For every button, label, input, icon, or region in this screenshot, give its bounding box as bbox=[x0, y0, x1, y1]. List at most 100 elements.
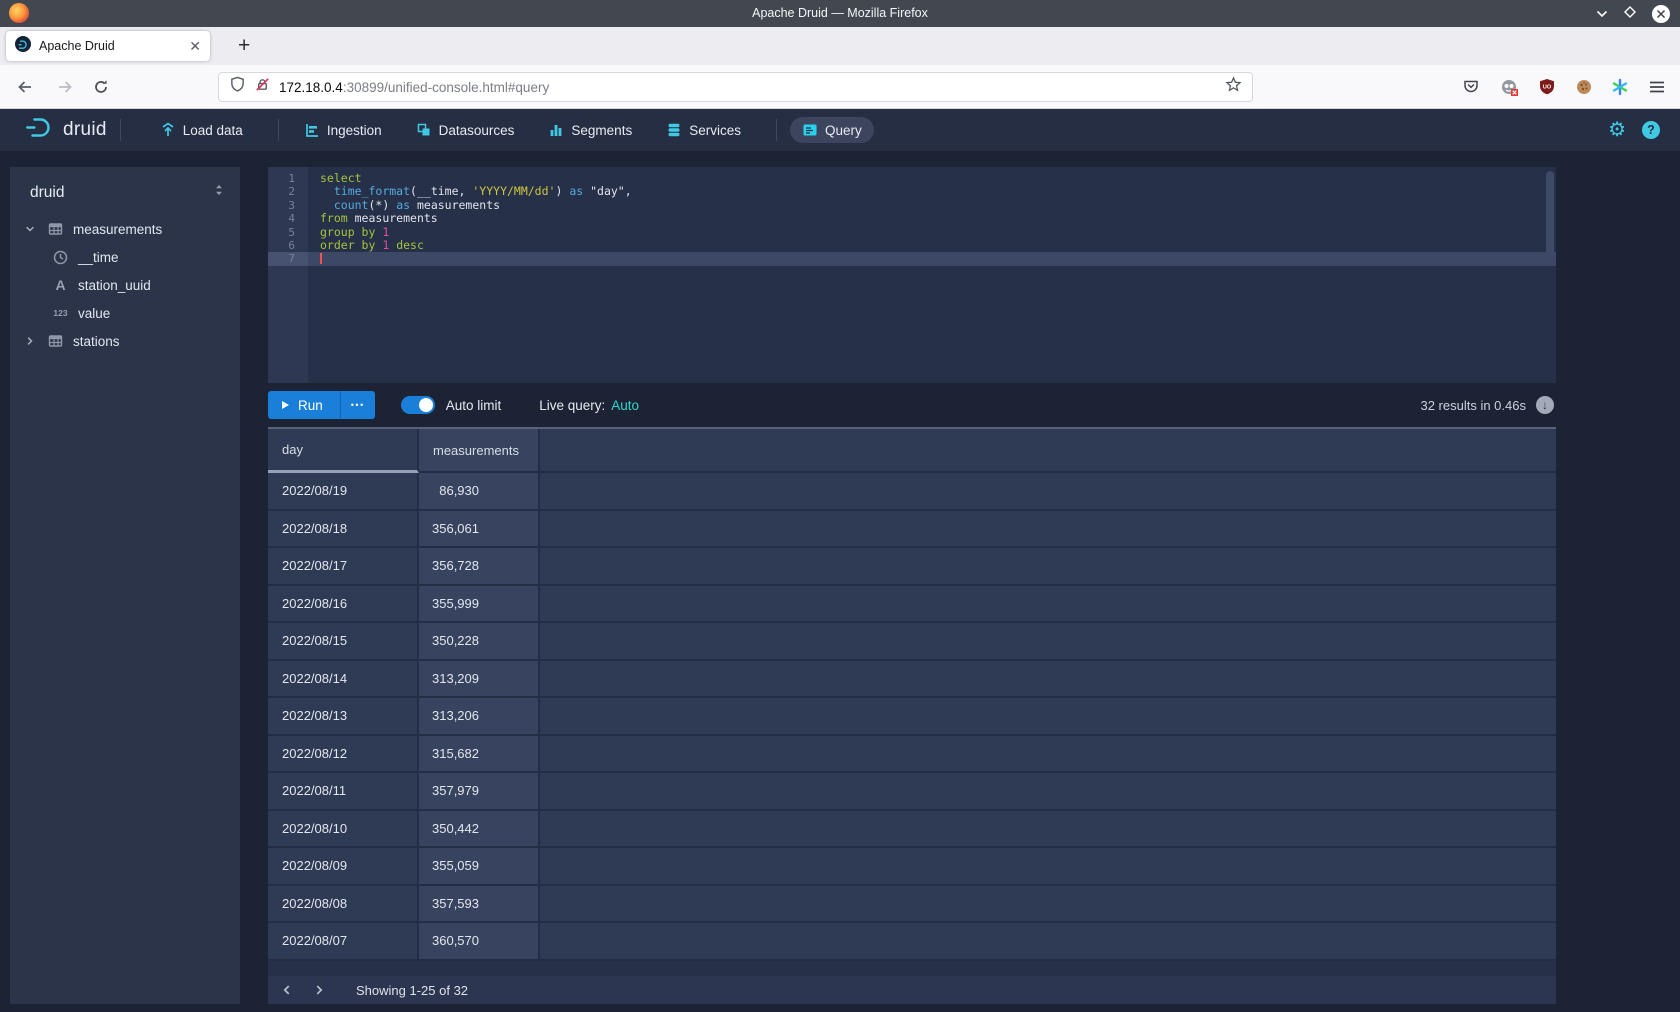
cell-measurements[interactable]: 356,728 bbox=[419, 548, 540, 586]
window-title: Apache Druid — Mozilla Firefox bbox=[0, 0, 1680, 27]
window-minimize-icon[interactable] bbox=[1596, 5, 1608, 23]
settings-gear-icon[interactable]: ⚙ bbox=[1608, 120, 1626, 140]
url-bar[interactable]: 172.18.0.4:30899/unified-console.html#qu… bbox=[218, 72, 1253, 102]
editor-scrollbar[interactable] bbox=[1546, 171, 1554, 255]
sql-editor[interactable]: 1select2 time_format(__time, 'YYYY/MM/dd… bbox=[268, 167, 1556, 383]
expander-chevron-down-icon[interactable] bbox=[24, 223, 46, 235]
url-path: :30899/unified-console.html#query bbox=[343, 80, 549, 95]
showing-results-label: Showing 1-25 of 32 bbox=[356, 983, 468, 998]
browser-toolbar: 172.18.0.4:30899/unified-console.html#qu… bbox=[0, 65, 1680, 109]
cell-measurements[interactable]: 315,682 bbox=[419, 736, 540, 774]
cell-filler bbox=[540, 623, 1556, 661]
shield-icon[interactable] bbox=[229, 76, 246, 98]
cell-day[interactable]: 2022/08/14 bbox=[268, 661, 419, 699]
nav-item-query[interactable]: Query bbox=[790, 117, 874, 143]
window-maximize-icon[interactable] bbox=[1624, 5, 1636, 23]
cell-day[interactable]: 2022/08/16 bbox=[268, 586, 419, 624]
cell-measurements[interactable]: 86,930 bbox=[419, 473, 540, 511]
asterisk-extension-icon[interactable] bbox=[1611, 78, 1629, 101]
cell-measurements[interactable]: 355,059 bbox=[419, 848, 540, 886]
sidebar-item-measurements[interactable]: measurements bbox=[10, 215, 240, 243]
run-bar: Run ••• Auto limit Live query: Auto 32 r… bbox=[268, 383, 1556, 427]
druid-brand[interactable]: druid bbox=[24, 115, 107, 146]
cell-day[interactable]: 2022/08/12 bbox=[268, 736, 419, 774]
expander-chevron-right-icon[interactable] bbox=[24, 335, 46, 347]
table-icon bbox=[46, 333, 65, 349]
cell-day[interactable]: 2022/08/15 bbox=[268, 623, 419, 661]
tab-close-icon[interactable]: ✕ bbox=[189, 39, 201, 53]
cell-day[interactable]: 2022/08/10 bbox=[268, 811, 419, 849]
sidebar-item-value[interactable]: 123value bbox=[10, 299, 240, 327]
insecure-lock-icon[interactable] bbox=[254, 76, 271, 98]
cell-measurements[interactable]: 355,999 bbox=[419, 586, 540, 624]
column-header-measurements[interactable]: measurements bbox=[419, 429, 540, 473]
nav-separator bbox=[278, 119, 279, 141]
forward-icon[interactable] bbox=[56, 78, 74, 101]
number-icon: 123 bbox=[51, 308, 70, 318]
sidebar-item-station-uuid[interactable]: Astation_uuid bbox=[10, 271, 240, 299]
line-number: 4 bbox=[268, 212, 308, 225]
new-tab-button[interactable]: + bbox=[238, 34, 250, 58]
next-page-icon[interactable] bbox=[306, 977, 332, 1003]
cell-measurements[interactable]: 357,979 bbox=[419, 773, 540, 811]
cell-measurements[interactable]: 360,570 bbox=[419, 923, 540, 961]
nav-item-label: Segments bbox=[571, 123, 632, 138]
cell-day[interactable]: 2022/08/13 bbox=[268, 698, 419, 736]
pocket-icon[interactable] bbox=[1462, 78, 1480, 101]
menu-hamburger-icon[interactable] bbox=[1648, 78, 1666, 101]
download-icon[interactable]: ↓ bbox=[1536, 396, 1554, 414]
browser-tab[interactable]: Apache Druid ✕ bbox=[6, 31, 210, 61]
line-number: 6 bbox=[268, 239, 308, 252]
sidebar-item-stations[interactable]: stations bbox=[10, 327, 240, 355]
ublock-icon[interactable]: UO bbox=[1538, 78, 1556, 101]
cell-day[interactable]: 2022/08/07 bbox=[268, 923, 419, 961]
run-button[interactable]: Run bbox=[268, 391, 340, 419]
table-row: 2022/08/13313,206 bbox=[268, 698, 1556, 736]
cell-day[interactable]: 2022/08/18 bbox=[268, 511, 419, 549]
cell-day[interactable]: 2022/08/08 bbox=[268, 886, 419, 924]
auto-limit-toggle[interactable] bbox=[401, 396, 435, 414]
prev-page-icon[interactable] bbox=[274, 977, 300, 1003]
table-row: 2022/08/10350,442 bbox=[268, 811, 1556, 849]
nav-item-services[interactable]: Services bbox=[654, 117, 753, 143]
table-row: 2022/08/12315,682 bbox=[268, 736, 1556, 774]
cell-measurements[interactable]: 313,206 bbox=[419, 698, 540, 736]
editor-line: 2 time_format(__time, 'YYYY/MM/dd') as "… bbox=[268, 185, 1556, 198]
column-header-day[interactable]: day bbox=[268, 429, 419, 473]
cell-measurements[interactable]: 313,209 bbox=[419, 661, 540, 699]
run-more-button[interactable]: ••• bbox=[340, 391, 375, 419]
browser-tabbar: Apache Druid ✕ + bbox=[0, 27, 1680, 66]
schema-selector[interactable]: druid bbox=[30, 184, 212, 202]
window-close-icon[interactable] bbox=[1652, 5, 1670, 23]
cell-day[interactable]: 2022/08/09 bbox=[268, 848, 419, 886]
cell-day[interactable]: 2022/08/17 bbox=[268, 548, 419, 586]
text-cursor bbox=[320, 253, 322, 264]
cookie-extension-icon[interactable] bbox=[1575, 78, 1593, 101]
sidebar-item---time[interactable]: __time bbox=[10, 243, 240, 271]
mask-extension-icon[interactable] bbox=[1500, 78, 1519, 102]
sort-swap-icon[interactable] bbox=[212, 182, 226, 203]
datasources-icon bbox=[416, 122, 432, 138]
bookmark-star-icon[interactable] bbox=[1225, 76, 1242, 98]
cell-filler bbox=[540, 698, 1556, 736]
nav-item-load-data[interactable]: Load data bbox=[148, 117, 255, 143]
table-row: 2022/08/17356,728 bbox=[268, 548, 1556, 586]
cell-day[interactable]: 2022/08/11 bbox=[268, 773, 419, 811]
cell-day[interactable]: 2022/08/19 bbox=[268, 473, 419, 511]
cell-measurements[interactable]: 350,228 bbox=[419, 623, 540, 661]
nav-item-label: Datasources bbox=[439, 123, 515, 138]
reload-icon[interactable] bbox=[92, 78, 110, 101]
cell-filler bbox=[540, 773, 1556, 811]
load-data-icon bbox=[160, 122, 176, 138]
nav-item-ingestion[interactable]: Ingestion bbox=[292, 117, 394, 143]
tab-favicon bbox=[15, 36, 31, 57]
cell-measurements[interactable]: 357,593 bbox=[419, 886, 540, 924]
nav-item-segments[interactable]: Segments bbox=[536, 117, 644, 143]
cell-measurements[interactable]: 356,061 bbox=[419, 511, 540, 549]
back-icon[interactable] bbox=[16, 78, 34, 101]
nav-item-datasources[interactable]: Datasources bbox=[404, 117, 527, 143]
ingestion-icon bbox=[304, 122, 320, 138]
live-query-value[interactable]: Auto bbox=[611, 398, 639, 413]
help-icon[interactable]: ? bbox=[1642, 121, 1660, 139]
cell-measurements[interactable]: 350,442 bbox=[419, 811, 540, 849]
